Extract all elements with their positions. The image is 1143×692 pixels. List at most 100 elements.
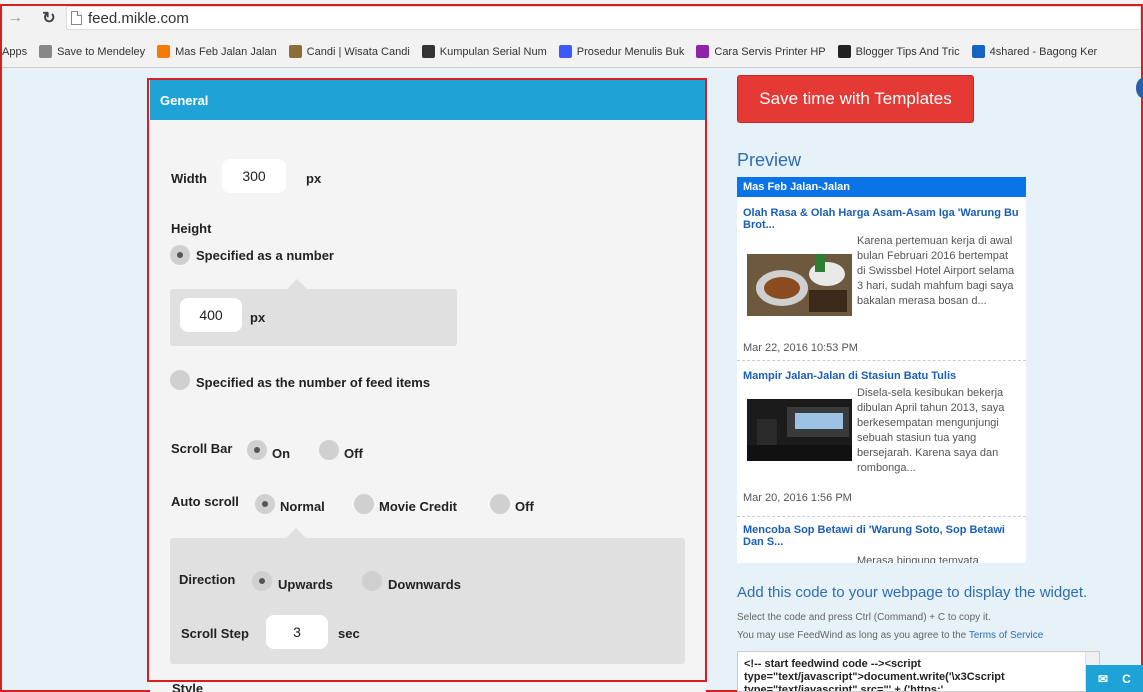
embed-code-textarea[interactable]: <!-- start feedwind code --><script type… <box>737 651 1100 692</box>
scroll-step-input[interactable] <box>266 615 328 649</box>
feed-item[interactable]: Mencoba Sop Betawi di 'Warung Soto, Sop … <box>737 517 1026 563</box>
width-label: Width <box>171 171 207 186</box>
feed-item-date: Mar 22, 2016 10:53 PM <box>743 342 858 354</box>
subbox-pointer-2 <box>286 528 306 538</box>
height-input[interactable] <box>180 298 242 332</box>
feed-title: Mas Feb Jalan-Jalan <box>737 177 1026 197</box>
bookmark-item[interactable]: Apps <box>2 46 27 58</box>
page-icon <box>71 11 82 25</box>
chat-label: C <box>1122 671 1131 686</box>
address-bar[interactable]: feed.mikle.com <box>66 6 1141 30</box>
bookmark-label: Mas Feb Jalan Jalan <box>175 45 277 58</box>
station-thumbnail <box>747 399 852 461</box>
feed-item-description: Karena pertemuan kerja di awal bulan Feb… <box>857 235 1015 307</box>
preview-title: Preview <box>737 150 802 170</box>
direction-down-radio[interactable] <box>362 571 382 591</box>
bookmark-item[interactable]: Candi | Wisata Candi <box>288 45 410 58</box>
feed-widget-preview[interactable]: Mas Feb Jalan-Jalan Olah Rasa & Olah Har… <box>737 177 1026 563</box>
feed-item-title[interactable]: Mampir Jalan-Jalan di Stasiun Batu Tulis <box>743 370 1019 382</box>
temple-icon <box>288 45 302 58</box>
terms-link[interactable]: Terms of Service <box>969 630 1043 641</box>
bookmarks-bar: Apps Save to Mendeley Mas Feb Jalan Jalan C… <box>0 36 1143 68</box>
style-label: Style <box>172 681 204 692</box>
subbox-pointer <box>287 279 307 289</box>
y-icon <box>558 45 572 58</box>
feed-item-title[interactable]: Mencoba Sop Betawi di 'Warung Soto, Sop … <box>743 524 1019 548</box>
bookmark-item[interactable]: Blogger Tips And Tric <box>837 45 960 58</box>
scrollbar-on-label: On <box>272 446 291 461</box>
feed-item-description: Disela-sela kesibukan bekerja dibulan Ap… <box>857 387 1005 474</box>
feed-item[interactable]: Mampir Jalan-Jalan di Stasiun Batu Tulis… <box>737 361 1026 517</box>
browser-toolbar: → ↻ feed.mikle.com <box>0 0 1143 36</box>
autoscroll-movie-radio[interactable] <box>354 494 374 514</box>
width-unit: px <box>306 171 322 186</box>
settings-header: General <box>150 80 706 120</box>
autoscroll-options-box: Direction Upwards Downwards Scroll Step … <box>170 538 685 664</box>
food-thumbnail <box>747 254 852 316</box>
general-settings-panel: General Width px Height Specified as a n… <box>150 80 706 692</box>
serial-icon <box>421 45 435 58</box>
autoscroll-off-radio[interactable] <box>490 494 510 514</box>
width-input[interactable] <box>222 159 286 193</box>
height-number-label: Specified as a number <box>196 248 334 263</box>
height-items-radio[interactable] <box>170 370 190 390</box>
help-icon[interactable] <box>1136 78 1143 98</box>
height-label: Height <box>171 221 212 236</box>
scrollbar-on-radio[interactable] <box>247 440 267 460</box>
bookmark-item[interactable]: Prosedur Menulis Buk <box>558 45 685 58</box>
scrollbar-label: Scroll Bar <box>171 441 233 456</box>
bt-icon <box>837 45 851 58</box>
code-instruction: Select the code and press Ctrl (Command)… <box>737 612 991 623</box>
bookmark-item[interactable]: Cara Servis Printer HP <box>696 45 826 58</box>
code-line: type="text/javascript" src="' + ('https:… <box>744 684 944 692</box>
arrow-right-icon[interactable]: → <box>4 7 26 29</box>
feed-item[interactable]: Olah Rasa & Olah Harga Asam-Asam Iga 'Wa… <box>737 197 1026 361</box>
bookmark-label: 4shared - Bagong Ker <box>989 45 1098 58</box>
direction-down-label: Downwards <box>388 577 461 592</box>
bookmark-label: Save to Mendeley <box>57 45 146 58</box>
direction-label: Direction <box>179 572 236 587</box>
terms-text: You may use FeedWind as long as you agre… <box>737 630 967 641</box>
bookmark-item[interactable]: Save to Mendeley <box>39 45 145 58</box>
e-icon <box>696 45 710 58</box>
autoscroll-normal-label: Normal <box>280 499 325 514</box>
autoscroll-label: Auto scroll <box>171 494 239 509</box>
direction-up-label: Upwards <box>278 577 333 592</box>
autoscroll-movie-label: Movie Credit <box>379 499 458 514</box>
direction-up-radio[interactable] <box>252 571 272 591</box>
mail-icon: ✉ <box>1098 671 1109 686</box>
bookmark-label: Kumpulan Serial Num <box>439 45 547 58</box>
code-line: type="text/javascript">document.write('\… <box>744 671 1005 683</box>
page-icon <box>39 45 53 58</box>
feed-item-description: Merasa bingung ternyata <box>857 555 979 563</box>
reload-icon[interactable]: ↻ <box>38 7 60 29</box>
scrollbar-off-radio[interactable] <box>319 440 339 460</box>
url-text: feed.mikle.com <box>88 9 189 27</box>
autoscroll-off-label: Off <box>515 499 534 514</box>
bookmark-label: Cara Servis Printer HP <box>714 45 826 58</box>
step-label: Scroll Step <box>181 626 249 641</box>
feed-item-title[interactable]: Olah Rasa & Olah Harga Asam-Asam Iga 'Wa… <box>743 207 1019 231</box>
bookmark-item[interactable]: 4shared - Bagong Ker <box>971 45 1098 58</box>
blogger-icon <box>157 45 171 58</box>
code-line: <!-- start feedwind code --><script <box>744 658 921 670</box>
bookmark-item[interactable]: Kumpulan Serial Num <box>421 45 547 58</box>
height-number-box: px <box>170 289 457 346</box>
bookmark-label: Candi | Wisata Candi <box>306 45 410 58</box>
code-terms-note: You may use FeedWind as long as you agre… <box>737 630 1043 641</box>
height-items-label: Specified as the number of feed items <box>196 375 431 390</box>
4shared-icon <box>971 45 985 58</box>
bookmark-label: Apps <box>2 45 28 58</box>
chat-button[interactable]: ✉ C <box>1086 665 1143 692</box>
scrollbar-off-label: Off <box>344 446 363 461</box>
bookmark-item[interactable]: Mas Feb Jalan Jalan <box>157 45 277 58</box>
code-title: Add this code to your webpage to display… <box>737 584 1088 601</box>
step-unit: sec <box>338 626 360 641</box>
feed-item-date: Mar 20, 2016 1:56 PM <box>743 492 852 504</box>
height-number-radio[interactable] <box>170 245 190 265</box>
bookmark-label: Blogger Tips And Tric <box>855 45 960 58</box>
autoscroll-normal-radio[interactable] <box>255 494 275 514</box>
save-templates-button[interactable]: Save time with Templates <box>737 75 974 123</box>
bookmark-label: Prosedur Menulis Buk <box>576 45 685 58</box>
height-unit: px <box>250 310 266 325</box>
